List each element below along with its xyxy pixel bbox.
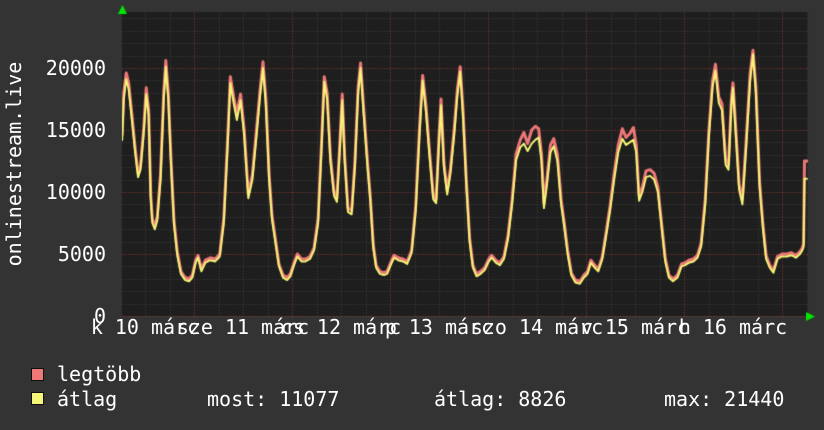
stat-max: max: 21440 — [664, 388, 784, 410]
stat-max-value: 21440 — [724, 388, 784, 410]
legend-label-atlag: átlag — [57, 388, 117, 410]
rrd-graph: onlinestream.live 05000100001500020000 k… — [0, 0, 824, 430]
stat-max-label: max: — [664, 388, 712, 410]
stat-atlag-label: átlag: — [434, 388, 506, 410]
stat-most: most: 11077 — [207, 388, 339, 410]
legend-swatch-atlag — [31, 392, 44, 405]
legend-swatch-legtobb — [31, 368, 44, 381]
y-tick-label: 5000 — [8, 244, 106, 264]
legend-label-legtobb: legtöbb — [57, 363, 141, 385]
y-tick-label: 10000 — [8, 182, 106, 202]
stat-atlag-value: 8826 — [518, 388, 566, 410]
y-tick-label: 20000 — [8, 58, 106, 78]
stat-atlag: átlag: 8826 — [434, 388, 566, 410]
y-tick-label: 15000 — [8, 120, 106, 140]
x-tick-label: cs 12 márc — [281, 317, 401, 337]
x-tick-label: h 16 márc — [679, 317, 787, 337]
stat-most-label: most: — [207, 388, 267, 410]
stat-most-value: 11077 — [279, 388, 339, 410]
x-tick-label: v 15 márc — [581, 317, 689, 337]
